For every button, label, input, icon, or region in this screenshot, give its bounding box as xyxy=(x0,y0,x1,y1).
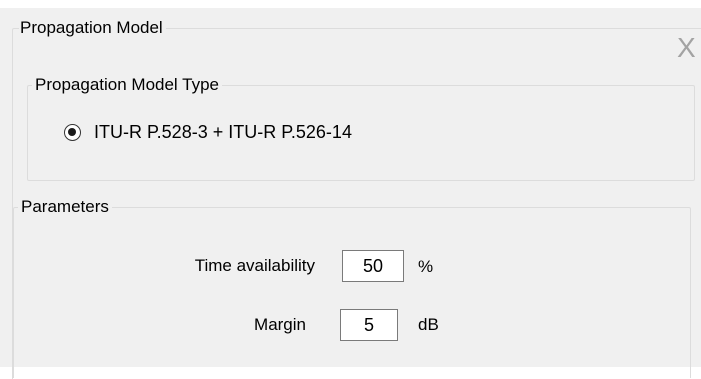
parameters-group: Parameters xyxy=(13,197,691,378)
radio-option-itu-r-p528[interactable]: ITU-R P.528-3 + ITU-R P.526-14 xyxy=(64,120,352,144)
margin-input[interactable] xyxy=(340,309,398,341)
propagation-model-panel: Propagation Model X Propagation Model Ty… xyxy=(0,0,701,379)
margin-unit: dB xyxy=(418,315,439,334)
time-availability-unit: % xyxy=(418,257,434,276)
time-availability-input[interactable] xyxy=(342,250,404,282)
radio-selected-dot xyxy=(68,127,76,136)
radio-option-label[interactable]: ITU-R P.528-3 + ITU-R P.526-14 xyxy=(94,122,352,143)
propagation-model-type-title: Propagation Model Type xyxy=(35,75,219,94)
time-availability-label: Time availability xyxy=(194,256,315,275)
parameters-group-title: Parameters xyxy=(21,197,109,216)
top-strip xyxy=(0,0,701,8)
close-icon[interactable]: X xyxy=(677,34,696,62)
propagation-model-group-title: Propagation Model xyxy=(20,18,163,37)
margin-label: Margin xyxy=(254,315,306,334)
radio-button[interactable] xyxy=(64,123,81,141)
